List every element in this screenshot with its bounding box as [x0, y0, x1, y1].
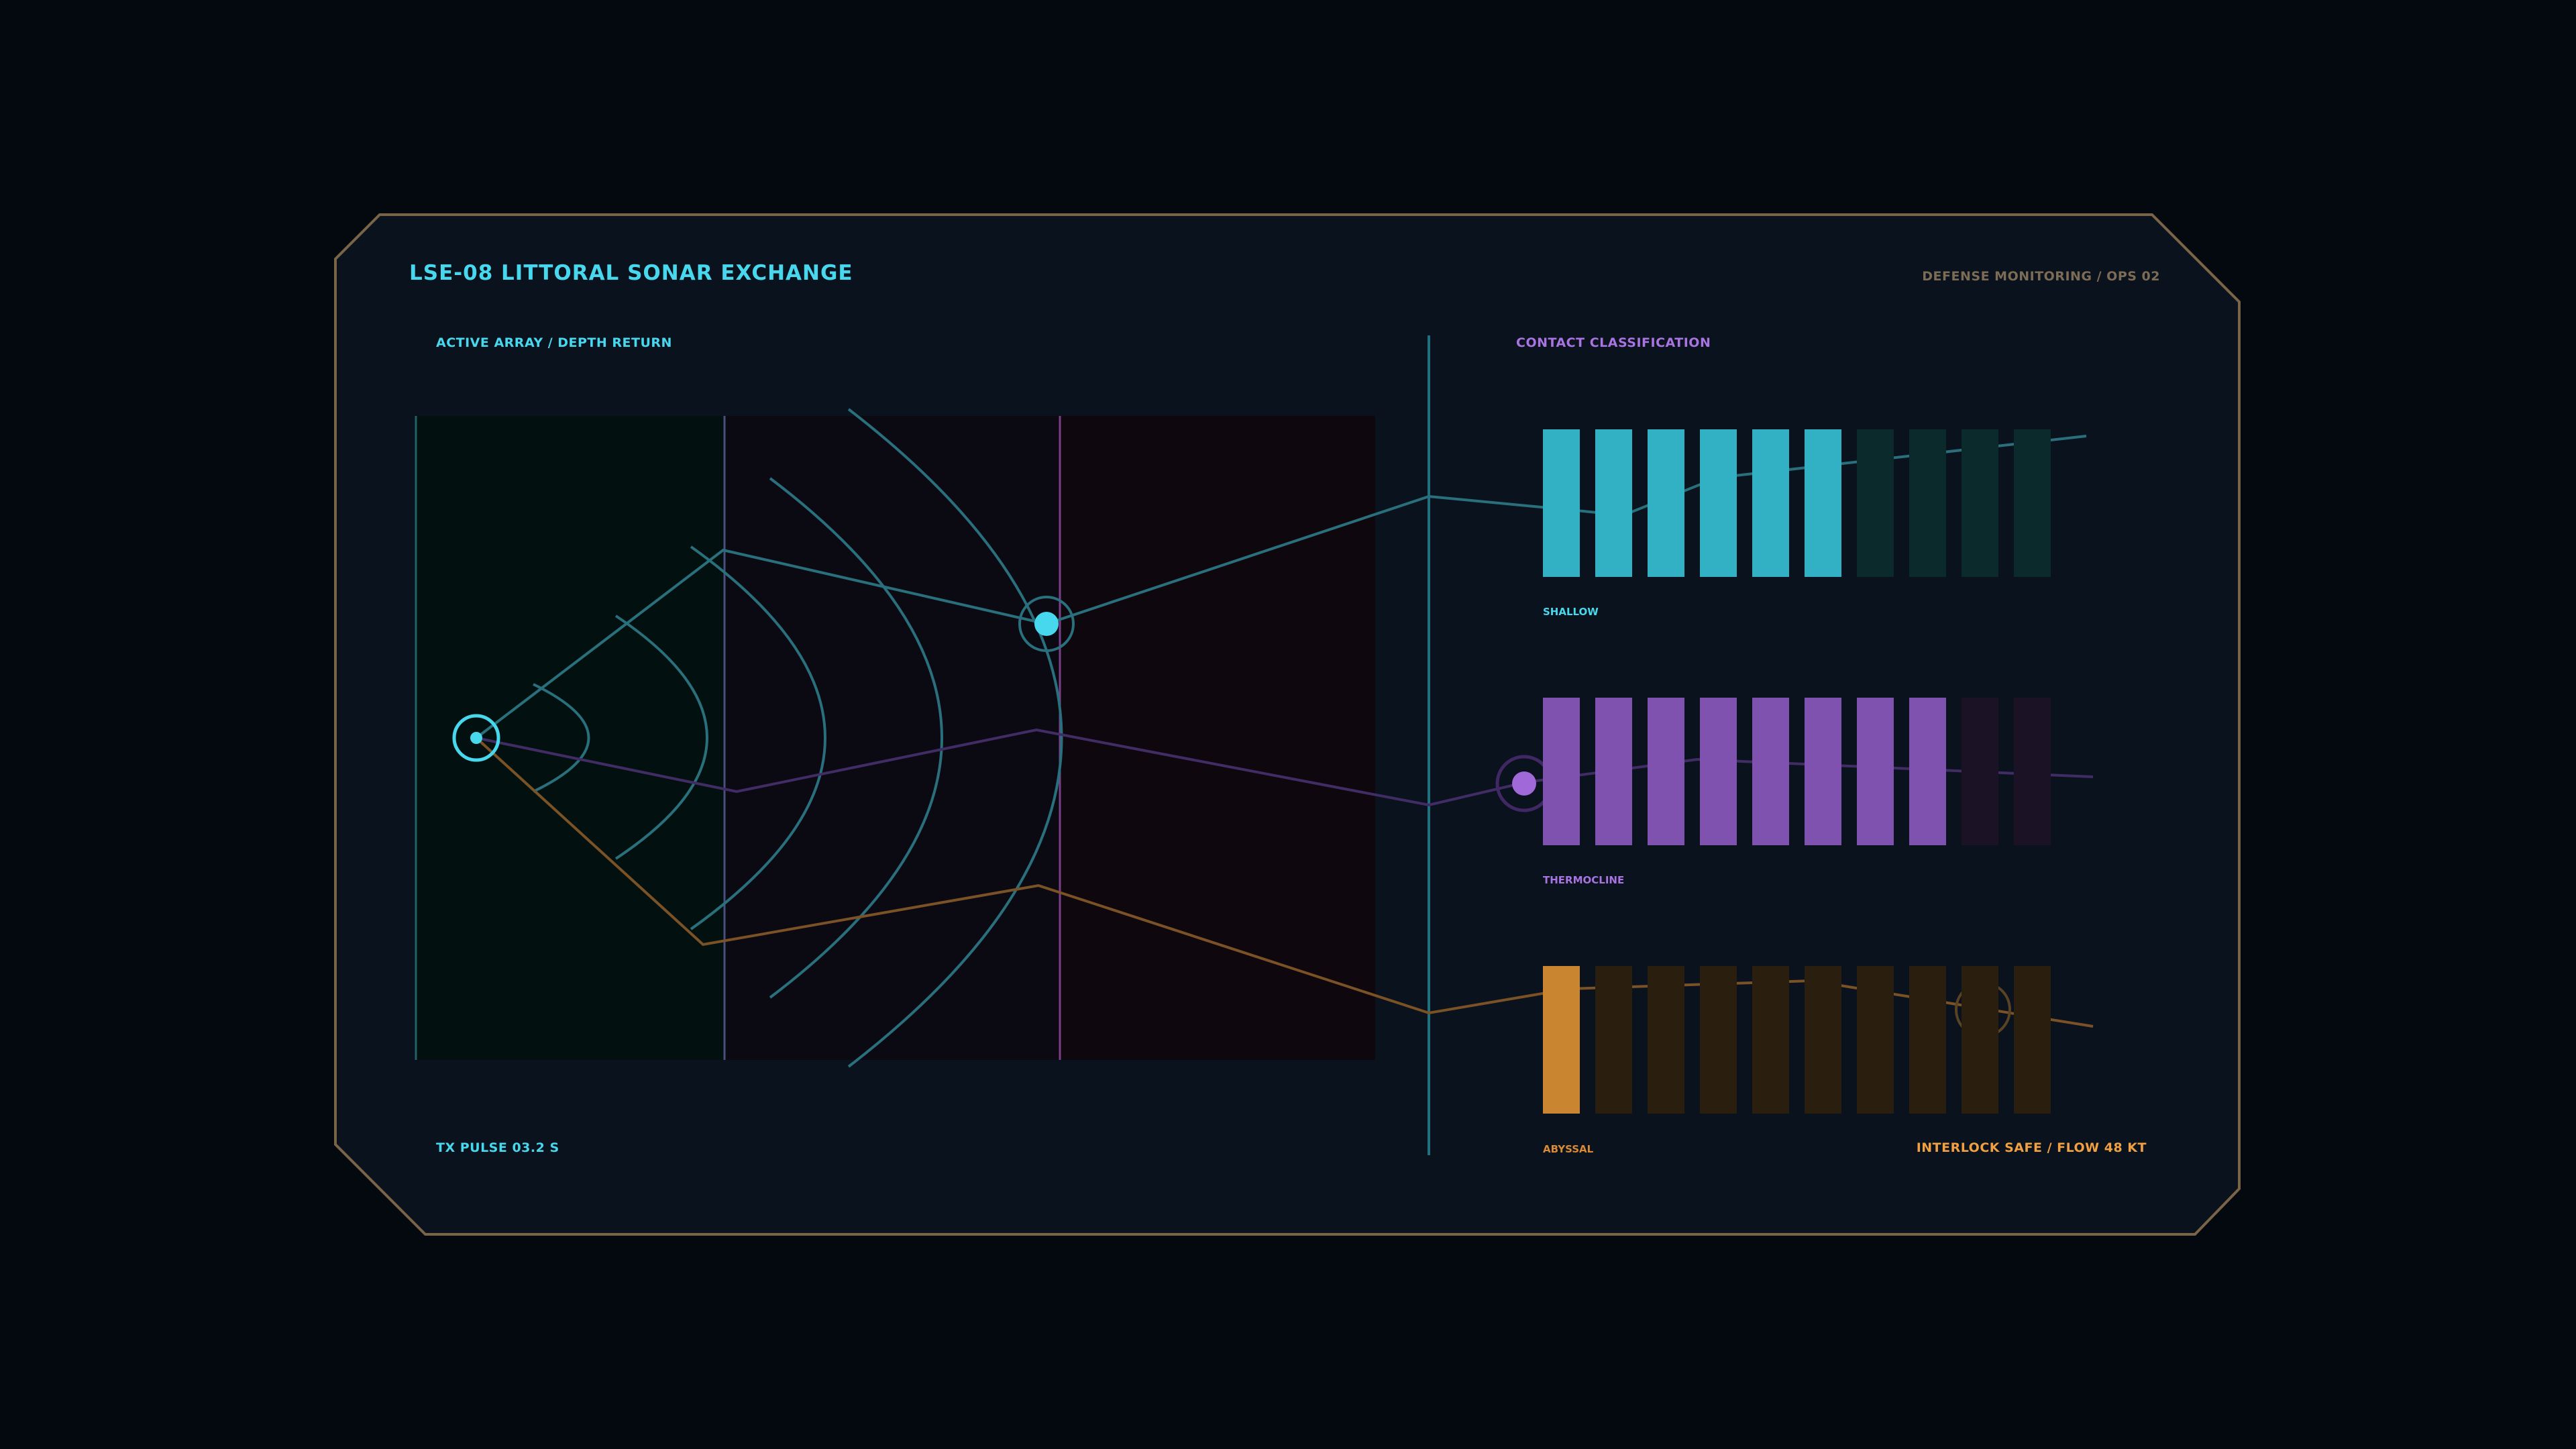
meter-cell-thermocline — [1909, 698, 1946, 845]
meter-cell-shallow — [1543, 429, 1580, 577]
meter-cell-thermocline — [1700, 698, 1737, 845]
meter-cell-thermocline — [1962, 698, 1998, 845]
ops-label: DEFENSE MONITORING / OPS 02 — [1922, 269, 2160, 284]
meter-cell-thermocline — [1648, 698, 1684, 845]
meter-cell-abyssal — [1962, 966, 1998, 1114]
meter-cell-abyssal — [1648, 966, 1684, 1114]
meter-cell-thermocline — [1857, 698, 1894, 845]
sonar-console: LSE-08 LITTORAL SONAR EXCHANGE DEFENSE M… — [0, 0, 2576, 1449]
pulse-label: TX PULSE 03.2 S — [436, 1140, 559, 1155]
meter-cell-abyssal — [1700, 966, 1737, 1114]
meter-cell-thermocline — [2014, 698, 2051, 845]
meter-cell-shallow — [1909, 429, 1946, 577]
band-label-thermocline: THERMOCLINE — [1543, 874, 1625, 886]
meter-cell-thermocline — [1595, 698, 1632, 845]
meter-cell-shallow — [1595, 429, 1632, 577]
zone-deep — [1060, 416, 1375, 1060]
interlock-status: INTERLOCK SAFE / FLOW 48 KT — [1916, 1140, 2147, 1155]
meter-cell-shallow — [1962, 429, 1998, 577]
meter-cell-shallow — [1857, 429, 1894, 577]
sonar-emitter-icon — [470, 732, 482, 744]
meter-cell-thermocline — [1543, 698, 1580, 845]
classification-label: CONTACT CLASSIFICATION — [1516, 335, 1711, 350]
meter-cell-abyssal — [2014, 966, 2051, 1114]
meter-cell-thermocline — [1805, 698, 1841, 845]
meter-cell-abyssal — [1909, 966, 1946, 1114]
meter-cell-abyssal — [1857, 966, 1894, 1114]
band-label-shallow: SHALLOW — [1543, 606, 1599, 618]
contact-marker-icon — [1034, 612, 1059, 636]
zone-shallow — [416, 416, 724, 1060]
console-title: LSE-08 LITTORAL SONAR EXCHANGE — [409, 261, 853, 285]
meter-cell-shallow — [1805, 429, 1841, 577]
thermocline-node-icon — [1512, 771, 1536, 796]
zone-mid — [724, 416, 1060, 1060]
meter-cell-shallow — [2014, 429, 2051, 577]
meter-cell-thermocline — [1752, 698, 1789, 845]
array-panel-label: ACTIVE ARRAY / DEPTH RETURN — [436, 335, 672, 350]
meter-cell-shallow — [1752, 429, 1789, 577]
meter-cell-abyssal — [1595, 966, 1632, 1114]
meter-cell-abyssal — [1752, 966, 1789, 1114]
meter-cell-shallow — [1700, 429, 1737, 577]
meter-cell-abyssal — [1805, 966, 1841, 1114]
meter-cell-shallow — [1648, 429, 1684, 577]
meter-cell-abyssal — [1543, 966, 1580, 1114]
band-label-abyssal: ABYSSAL — [1543, 1143, 1594, 1155]
console-graphics — [334, 213, 2241, 1236]
